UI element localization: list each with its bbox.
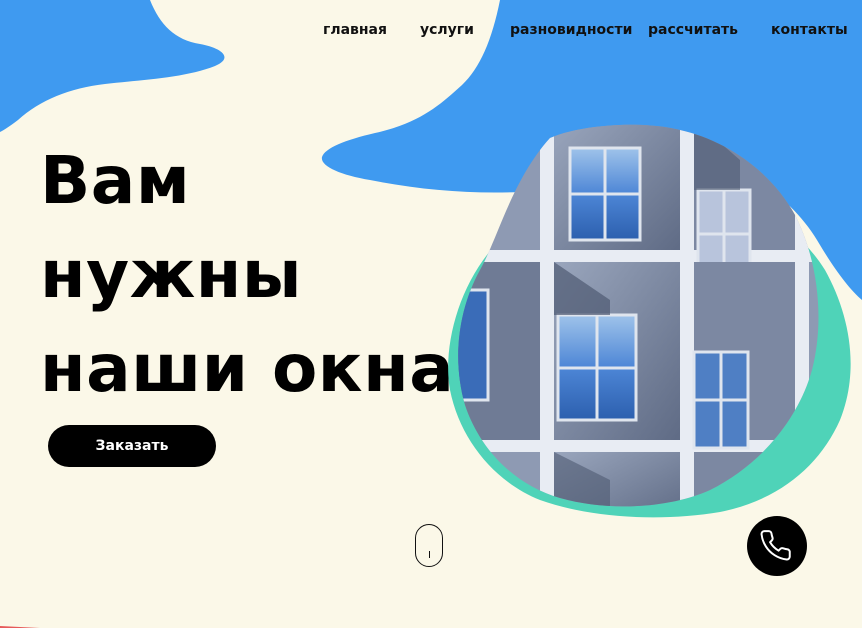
hero-title-line-2: нужны (40, 236, 303, 313)
building-photo (448, 124, 851, 518)
nav-item-services[interactable]: услуги (420, 22, 474, 38)
nav-item-types[interactable]: разновидности (510, 22, 632, 38)
order-button[interactable]: Заказать (48, 425, 216, 467)
hero-title-line-3: наши окна (40, 330, 455, 407)
phone-icon (760, 530, 791, 561)
main-nav: главная услуги разновидности рассчитать … (0, 22, 862, 46)
mouse-scroll-icon (415, 524, 443, 567)
hero-title: Вам нужны наши окна (40, 134, 454, 416)
blue-blob-left (0, 0, 225, 132)
nav-item-calculate[interactable]: рассчитать (648, 22, 738, 38)
nav-item-home[interactable]: главная (323, 22, 387, 38)
nav-item-contacts[interactable]: контакты (771, 22, 848, 38)
phone-button[interactable] (747, 516, 807, 576)
mouse-wheel (428, 551, 430, 558)
hero-title-line-1: Вам (40, 142, 191, 219)
landing-page: главная услуги разновидности рассчитать … (0, 0, 862, 628)
